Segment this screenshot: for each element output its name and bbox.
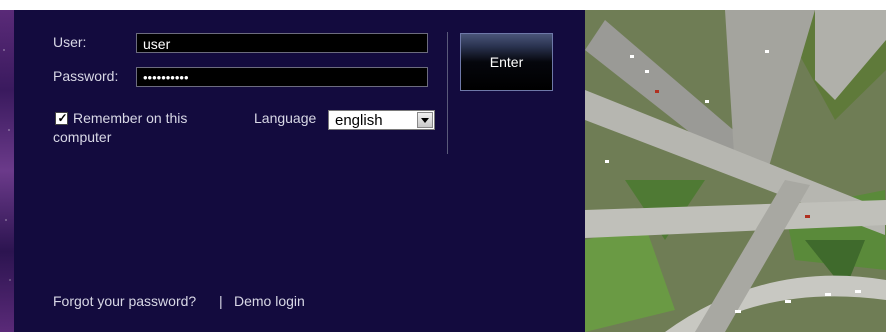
remember-checkbox[interactable]: ✓ [55,111,68,125]
checkmark-icon: ✓ [57,111,68,125]
language-label: Language [254,110,317,126]
vertical-divider [447,32,448,154]
password-label: Password: [53,68,119,84]
remember-label: Remember on this [73,110,188,126]
decorative-strip [0,10,14,332]
language-select-value: english [335,112,383,129]
enter-button[interactable]: Enter [460,33,553,91]
user-input[interactable]: user [136,33,428,53]
hero-image [585,10,886,332]
link-separator: | [219,293,223,309]
highway-interchange-image [585,10,886,332]
chevron-down-icon[interactable] [417,112,433,128]
demo-login-link[interactable]: Demo login [234,293,305,309]
forgot-password-link[interactable]: Forgot your password? [53,293,196,309]
remember-label-continued: computer [53,129,112,145]
user-label: User: [53,34,87,50]
password-input[interactable]: •••••••••• [136,67,428,87]
login-panel: User: user Password: •••••••••• ✓ Rememb… [14,10,585,332]
login-screen: User: user Password: •••••••••• ✓ Rememb… [0,0,886,332]
language-select[interactable]: english [328,110,435,130]
